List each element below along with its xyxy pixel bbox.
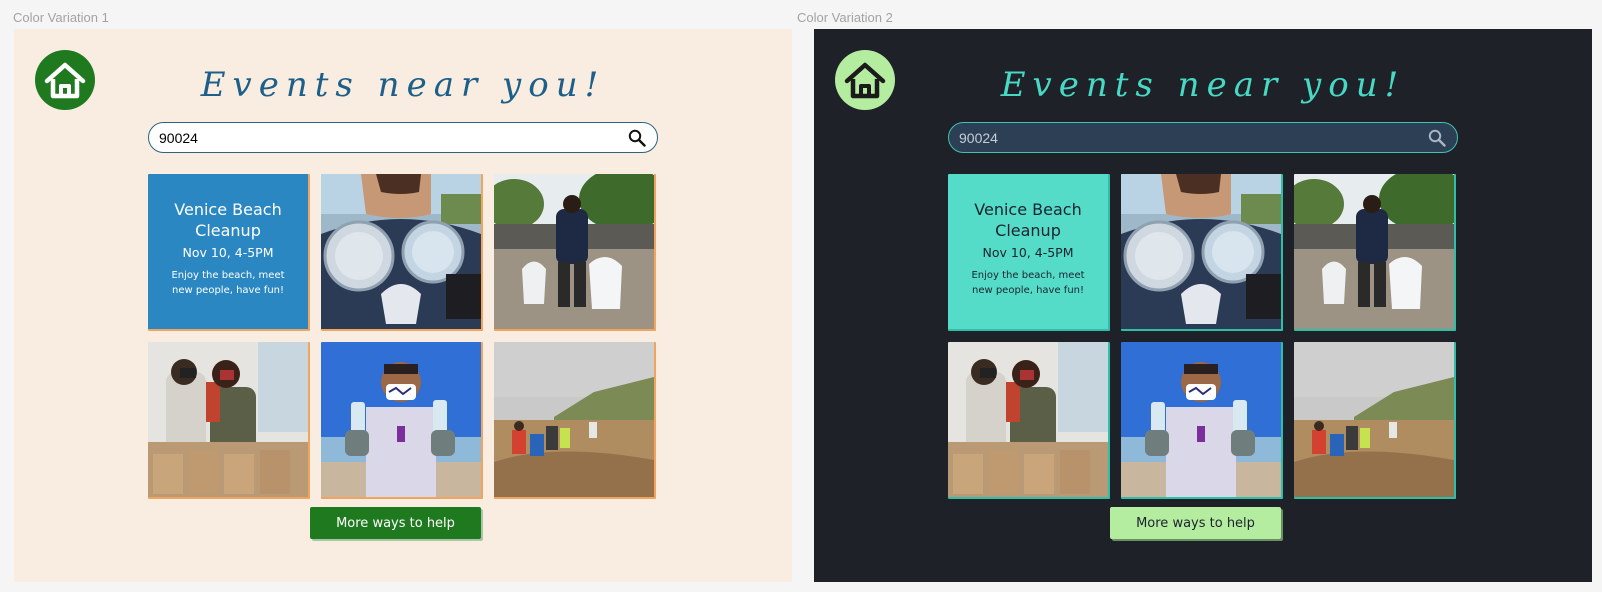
search-input[interactable] [159, 129, 627, 146]
event-date: Nov 10, 4-5PM [982, 245, 1074, 260]
event-description: Enjoy the beach, meet new people, have f… [971, 270, 1085, 296]
photo-beach-cleanup-crew[interactable] [494, 342, 656, 499]
photo-volunteer-with-trash-bags[interactable] [1294, 174, 1456, 331]
frame-label-variation-2: Color Variation 2 [797, 10, 893, 25]
photo-volunteers-packing-bags[interactable] [148, 342, 310, 499]
more-ways-to-help-button[interactable]: More ways to help [1110, 507, 1281, 539]
page-title: Events near you! [200, 65, 606, 105]
event-grid: Venice Beach Cleanup Nov 10, 4-5PM Enjoy… [148, 174, 660, 499]
search-icon[interactable] [1427, 128, 1447, 148]
search-bar [948, 122, 1458, 153]
search-icon[interactable] [627, 128, 647, 148]
photo-beach-cleanup-crew[interactable] [1294, 342, 1456, 499]
photo-volunteer-holding-plastic-lids[interactable] [1121, 174, 1283, 331]
photo-volunteer-holding-bottles[interactable] [321, 342, 483, 499]
event-grid: Venice Beach Cleanup Nov 10, 4-5PM Enjoy… [948, 174, 1460, 499]
event-description: Enjoy the beach, meet new people, have f… [171, 270, 285, 296]
frame-label-variation-1: Color Variation 1 [13, 10, 109, 25]
event-name: Venice Beach Cleanup [174, 200, 282, 240]
event-name: Venice Beach Cleanup [974, 200, 1082, 240]
event-card[interactable]: Venice Beach Cleanup Nov 10, 4-5PM Enjoy… [148, 174, 310, 331]
event-card[interactable]: Venice Beach Cleanup Nov 10, 4-5PM Enjoy… [948, 174, 1110, 331]
frame-variation-1: Events near you! Venice Beach Cleanup No… [14, 29, 792, 582]
event-date: Nov 10, 4-5PM [182, 245, 274, 260]
photo-volunteer-with-trash-bags[interactable] [494, 174, 656, 331]
search-input[interactable] [959, 129, 1427, 146]
more-ways-to-help-button[interactable]: More ways to help [310, 507, 481, 539]
frame-variation-2: Events near you! Venice Beach Cleanup No… [814, 29, 1592, 582]
photo-volunteer-holding-bottles[interactable] [1121, 342, 1283, 499]
photo-volunteer-holding-plastic-lids[interactable] [321, 174, 483, 331]
search-bar [148, 122, 658, 153]
photo-volunteers-packing-bags[interactable] [948, 342, 1110, 499]
page-title: Events near you! [1000, 65, 1406, 105]
